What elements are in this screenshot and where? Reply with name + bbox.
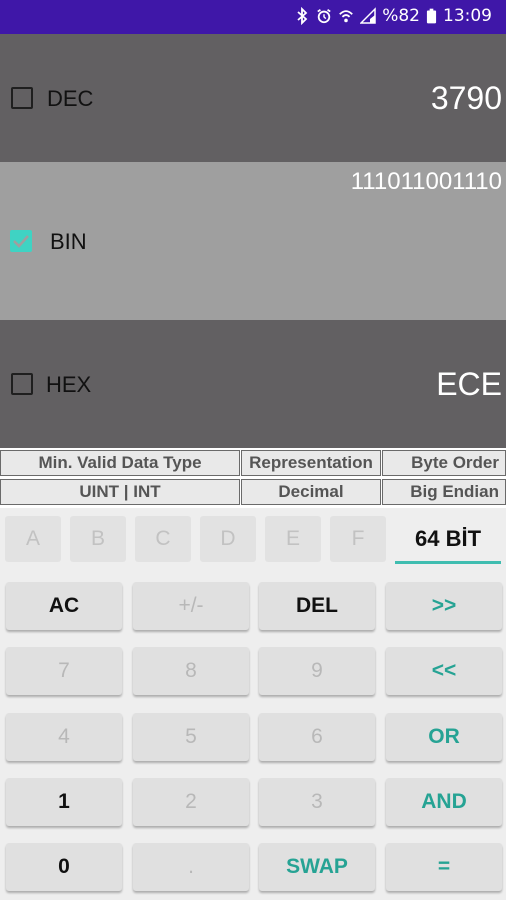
hex-key-f[interactable]: F [330,516,386,562]
hex-label: HEX [46,372,92,397]
decimal-point-button[interactable]: . [133,843,249,891]
check-icon [13,235,29,248]
negate-button[interactable]: +/- [133,582,249,630]
alarm-icon [317,9,331,24]
digit-5-button[interactable]: 5 [133,713,249,761]
status-icons: %82 13:09 [294,6,492,26]
bit-mode-underline [395,561,501,564]
digit-1-button[interactable]: 1 [6,778,122,826]
bit-mode-button[interactable]: 64 BİT [395,516,501,562]
hex-key-b[interactable]: B [70,516,126,562]
digit-7-button[interactable]: 7 [6,647,122,695]
hex-value: ECE [436,366,502,402]
info-header-representation: Representation [241,450,381,476]
dec-panel[interactable]: DEC 3790 [0,34,506,162]
digit-0-button[interactable]: 0 [6,843,122,891]
equals-button[interactable]: = [386,843,502,891]
battery-percent: %82 [382,6,420,26]
digit-6-button[interactable]: 6 [259,713,375,761]
signal-icon [360,7,376,24]
hex-panel[interactable]: HEX ECE [0,320,506,448]
digit-2-button[interactable]: 2 [133,778,249,826]
wifi-icon [339,10,354,23]
hex-key-c[interactable]: C [135,516,191,562]
hex-key-d[interactable]: D [200,516,256,562]
bin-checkbox[interactable] [10,230,32,252]
info-value-representation: Decimal [241,479,381,505]
hex-checkbox[interactable] [11,373,33,395]
dec-value: 3790 [430,80,502,116]
info-header-byte-order: Byte Order [382,450,506,476]
dec-checkbox[interactable] [11,87,33,109]
and-button[interactable]: AND [386,778,502,826]
or-button[interactable]: OR [386,713,502,761]
bluetooth-icon [297,7,308,25]
delete-button[interactable]: DEL [259,582,375,630]
digit-4-button[interactable]: 4 [6,713,122,761]
digit-9-button[interactable]: 9 [259,647,375,695]
hex-key-a[interactable]: A [5,516,61,562]
swap-button[interactable]: SWAP [259,843,375,891]
bin-label: BIN [50,229,87,254]
info-header-data-type: Min. Valid Data Type [0,450,240,476]
info-value-data-type: UINT | INT [0,479,240,505]
bin-value: 111011001110 [350,168,502,195]
status-time: 13:09 [443,6,492,26]
bin-panel[interactable]: 111011001110 BIN [0,162,506,320]
digit-8-button[interactable]: 8 [133,647,249,695]
ac-button[interactable]: AC [6,582,122,630]
hex-key-e[interactable]: E [265,516,321,562]
status-bar: %82 13:09 [0,0,506,34]
battery-icon [426,8,437,24]
shift-right-button[interactable]: >> [386,582,502,630]
shift-left-button[interactable]: << [386,647,502,695]
dec-label: DEC [47,86,94,111]
info-table: Min. Valid Data Type Representation Byte… [0,448,506,508]
digit-3-button[interactable]: 3 [259,778,375,826]
info-value-byte-order: Big Endian [382,479,506,505]
